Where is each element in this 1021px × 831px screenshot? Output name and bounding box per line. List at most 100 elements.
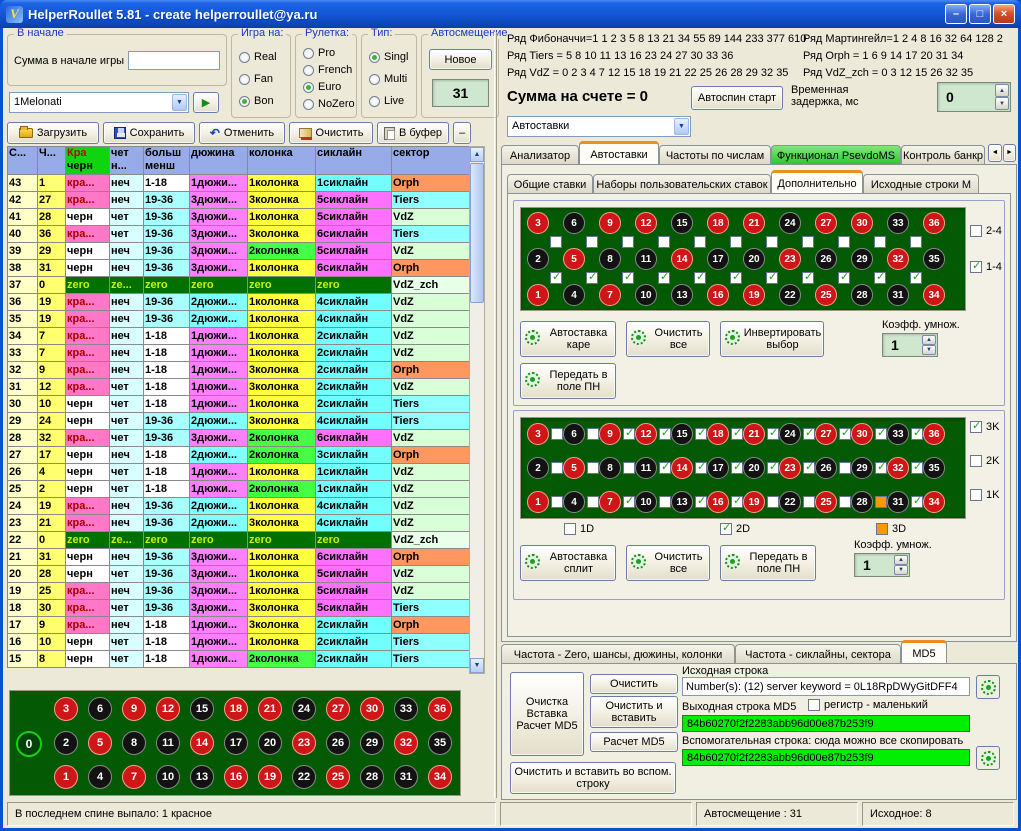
md5-clear-button[interactable]: Очистить <box>590 674 678 694</box>
split-number-26[interactable]: 26 <box>815 457 837 479</box>
tab-scroll-left[interactable]: ◄ <box>988 144 1002 162</box>
start-sum-input[interactable] <box>128 51 220 70</box>
split-checkbox[interactable] <box>551 496 563 508</box>
radio-multi[interactable]: Multi <box>369 73 407 85</box>
md5-source-chip-button[interactable] <box>976 675 1000 699</box>
delay-down-icon[interactable]: ▼ <box>995 97 1009 110</box>
split-number-30[interactable]: 30 <box>851 423 873 445</box>
kare-number-14[interactable]: 14 <box>671 248 693 270</box>
split-number-11[interactable]: 11 <box>635 457 657 479</box>
table-row[interactable]: 347кра...неч1-181дюжи...1колонка2сиклайн… <box>8 328 470 345</box>
layout-number-0[interactable]: 0 <box>16 731 42 757</box>
kare-corner-checkbox[interactable] <box>730 272 742 284</box>
tab-md5[interactable]: MD5 <box>901 640 947 664</box>
table-row[interactable]: 2321кра...неч19-362дюжи...3колонка4сикла… <box>8 515 470 532</box>
radio-bon[interactable]: Bon <box>239 95 274 107</box>
radio-bon-dot[interactable] <box>239 96 250 107</box>
radio-singl-dot[interactable] <box>369 52 380 63</box>
split-number-16[interactable]: 16 <box>707 491 729 513</box>
split-number-4[interactable]: 4 <box>563 491 585 513</box>
split-number-24[interactable]: 24 <box>779 423 801 445</box>
layout-number-24[interactable]: 24 <box>292 697 316 721</box>
split-checkbox[interactable] <box>659 428 671 440</box>
split-number-34[interactable]: 34 <box>923 491 945 513</box>
table-row[interactable]: 1830кра...чет19-363дюжи...3колонка5сикла… <box>8 600 470 617</box>
table-row[interactable]: 2419кра...неч19-362дюжи...1колонка4сикла… <box>8 498 470 515</box>
split-koeff-spinner[interactable]: 1 ▲ ▼ <box>854 553 910 577</box>
header-sector[interactable]: сектор <box>392 147 470 175</box>
kare-number-10[interactable]: 10 <box>635 284 657 306</box>
layout-number-34[interactable]: 34 <box>428 765 452 789</box>
split-number-6[interactable]: 6 <box>563 423 585 445</box>
layout-number-7[interactable]: 7 <box>122 765 146 789</box>
kare-number-5[interactable]: 5 <box>563 248 585 270</box>
kare-corner-checkbox[interactable] <box>586 236 598 248</box>
table-row[interactable]: 3619кра...неч19-362дюжи...1колонка4сикла… <box>8 294 470 311</box>
tab-user-bets[interactable]: Наборы пользовательских ставок <box>593 174 771 194</box>
split-number-21[interactable]: 21 <box>743 423 765 445</box>
autospin-button[interactable]: Автоспин старт <box>691 86 783 110</box>
split-side-checkbox[interactable] <box>970 489 982 501</box>
kare-number-33[interactable]: 33 <box>887 212 909 234</box>
undo-button[interactable]: ↶Отменить <box>199 122 285 144</box>
split-checkbox[interactable] <box>875 496 887 508</box>
delay-spinner[interactable]: 0 ▲ ▼ <box>937 82 1011 112</box>
dim-checkbox[interactable] <box>564 523 576 535</box>
table-row[interactable]: 329кра...неч1-181дюжи...3колонка2сиклайн… <box>8 362 470 379</box>
kare-number-31[interactable]: 31 <box>887 284 909 306</box>
split-checkbox[interactable] <box>803 496 815 508</box>
kare-corner-checkbox[interactable] <box>766 236 778 248</box>
kare-invert-button[interactable]: Инвертировать выбор <box>720 321 824 357</box>
md5-source-input[interactable] <box>682 677 970 696</box>
new-autoshift-button[interactable]: Новое <box>429 49 492 70</box>
radio-real-dot[interactable] <box>239 52 250 63</box>
kare-number-22[interactable]: 22 <box>779 284 801 306</box>
dim-checkbox[interactable] <box>876 523 888 535</box>
kare-number-19[interactable]: 19 <box>743 284 765 306</box>
split-checkbox[interactable] <box>839 428 851 440</box>
layout-number-15[interactable]: 15 <box>190 697 214 721</box>
tab-freq-sectors[interactable]: Частота - сиклайны, сектора <box>735 644 901 664</box>
split-checkbox[interactable] <box>911 496 923 508</box>
layout-number-21[interactable]: 21 <box>258 697 282 721</box>
layout-number-26[interactable]: 26 <box>326 731 350 755</box>
split-number-25[interactable]: 25 <box>815 491 837 513</box>
radio-french[interactable]: French <box>303 64 352 76</box>
kare-corner-checkbox[interactable] <box>802 272 814 284</box>
layout-number-30[interactable]: 30 <box>360 697 384 721</box>
split-checkbox[interactable] <box>875 428 887 440</box>
minimize-button[interactable]: – <box>945 4 967 24</box>
layout-number-25[interactable]: 25 <box>326 765 350 789</box>
layout-number-3[interactable]: 3 <box>54 697 78 721</box>
kare-number-25[interactable]: 25 <box>815 284 837 306</box>
tab-analyzer[interactable]: Анализатор <box>501 145 579 165</box>
kare-corner-checkbox[interactable] <box>910 272 922 284</box>
split-checkbox[interactable] <box>695 428 707 440</box>
split-number-12[interactable]: 12 <box>635 423 657 445</box>
radio-fan-dot[interactable] <box>239 74 250 85</box>
layout-number-23[interactable]: 23 <box>292 731 316 755</box>
split-checkbox[interactable] <box>551 428 563 440</box>
split-number-18[interactable]: 18 <box>707 423 729 445</box>
table-scrollbar[interactable]: ▲ ▼ <box>469 146 485 674</box>
split-checkbox[interactable] <box>587 496 599 508</box>
split-koeff-down-icon[interactable]: ▼ <box>894 565 908 575</box>
kare-number-15[interactable]: 15 <box>671 212 693 234</box>
layout-number-6[interactable]: 6 <box>88 697 112 721</box>
kare-corner-checkbox[interactable] <box>910 236 922 248</box>
split-number-20[interactable]: 20 <box>743 457 765 479</box>
kare-number-3[interactable]: 3 <box>527 212 549 234</box>
table-row[interactable]: 252чернчет1-181дюжи...2колонка1сиклайнVd… <box>8 481 470 498</box>
split-number-7[interactable]: 7 <box>599 491 621 513</box>
table-row[interactable]: 158чернчет1-181дюжи...2колонка2сиклайнTi… <box>8 651 470 668</box>
layout-number-5[interactable]: 5 <box>88 731 112 755</box>
scroll-down-icon[interactable]: ▼ <box>470 658 484 673</box>
layout-number-36[interactable]: 36 <box>428 697 452 721</box>
md5-aux-chip-button[interactable] <box>976 746 1000 770</box>
split-number-32[interactable]: 32 <box>887 457 909 479</box>
header-sixline[interactable]: сиклайн <box>316 147 392 175</box>
split-send-button[interactable]: Передать в поле ПН <box>720 545 816 581</box>
kare-number-18[interactable]: 18 <box>707 212 729 234</box>
table-row[interactable]: 3519кра...неч19-362дюжи...1колонка4сикла… <box>8 311 470 328</box>
split-number-5[interactable]: 5 <box>563 457 585 479</box>
